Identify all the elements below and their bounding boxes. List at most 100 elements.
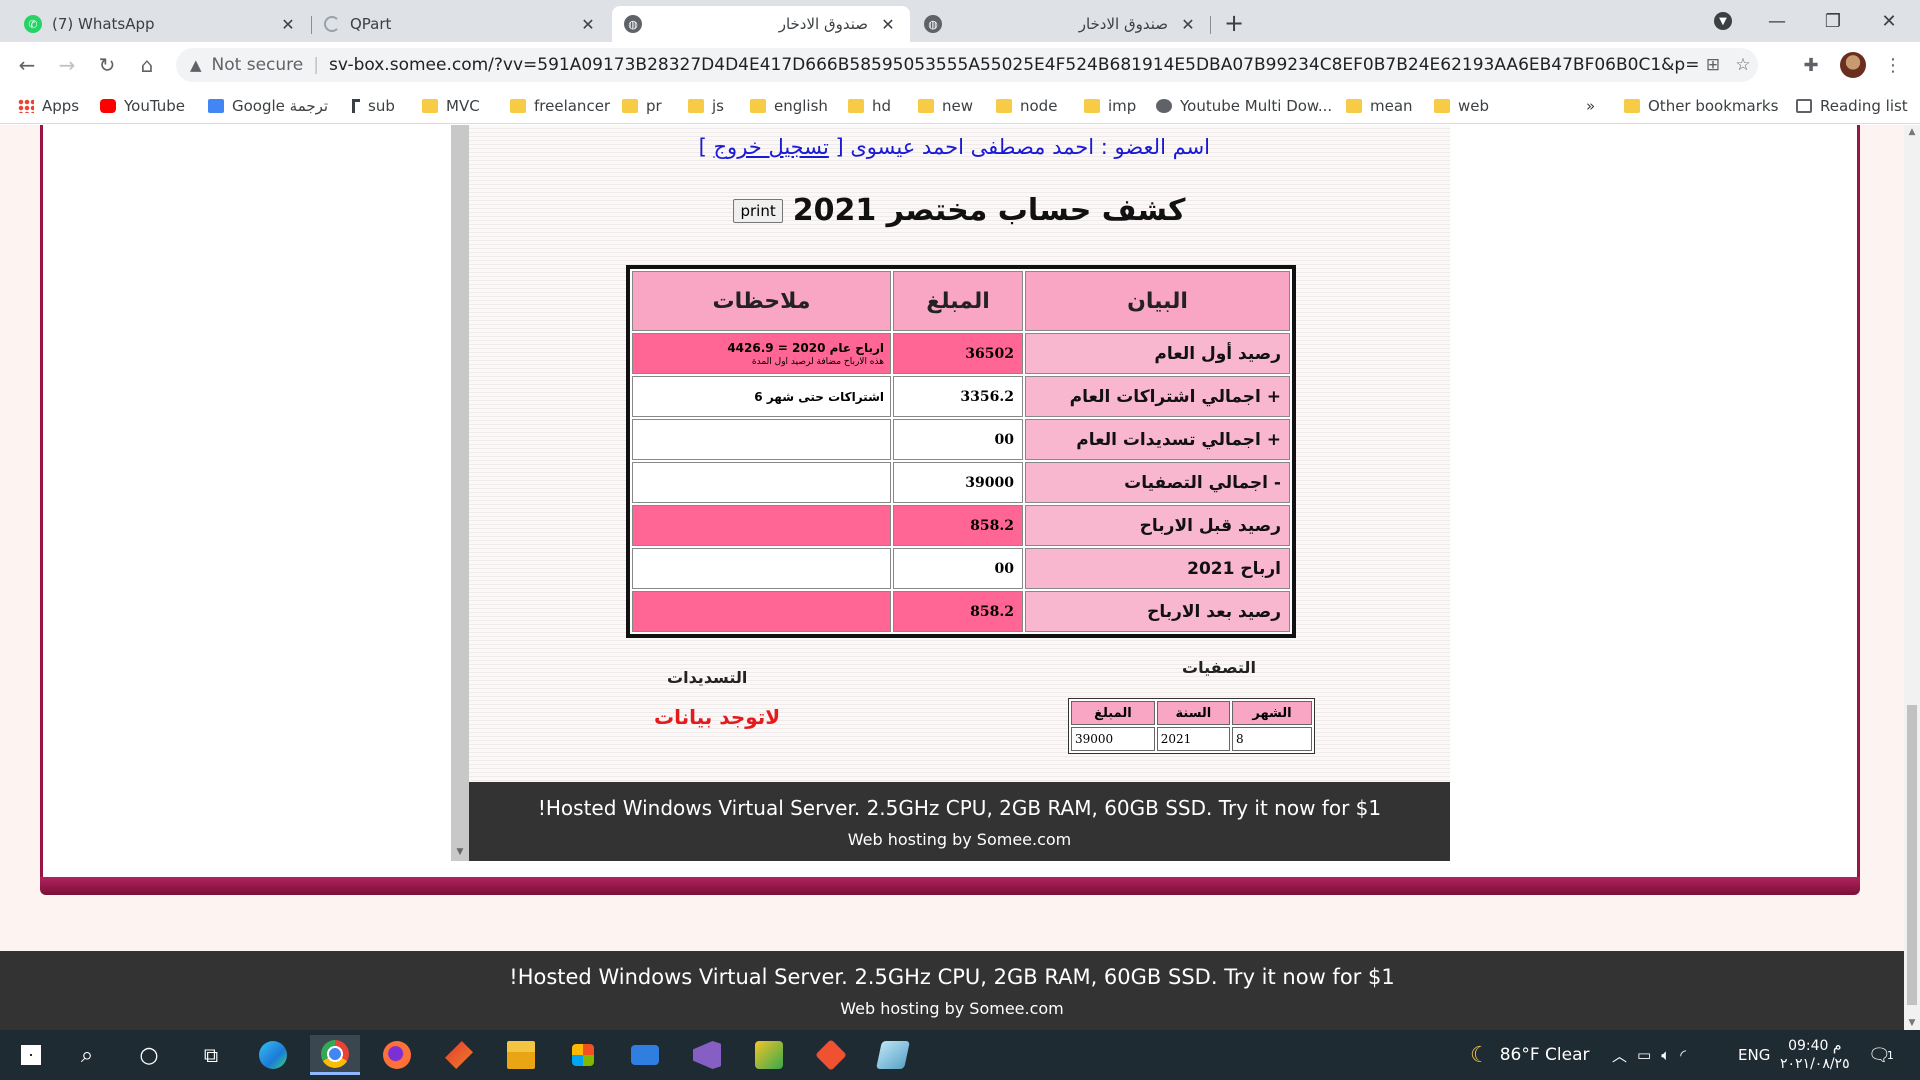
- close-icon[interactable]: ✕: [278, 14, 298, 34]
- edge-icon: [259, 1041, 287, 1069]
- notifications-button[interactable]: 🗨︎ 1: [1868, 1030, 1894, 1080]
- battery-icon[interactable]: ▭: [1637, 1046, 1651, 1064]
- row-note: [632, 548, 891, 589]
- taskbar-app-2[interactable]: [744, 1035, 794, 1075]
- frame-scrollbar[interactable]: ▼: [451, 125, 469, 861]
- close-window-button[interactable]: ✕: [1866, 6, 1912, 36]
- row-amount: 00: [893, 419, 1023, 460]
- bookmark-folder-pr[interactable]: pr: [622, 95, 662, 117]
- search-button[interactable]: ⌕: [62, 1035, 112, 1075]
- chevron-up-icon[interactable]: ︿: [1612, 1045, 1627, 1066]
- extensions-icon[interactable]: ✚: [1796, 50, 1826, 80]
- folder-icon: [918, 99, 934, 113]
- moon-icon: ☾: [1470, 1042, 1490, 1068]
- mail-icon: [631, 1045, 659, 1065]
- weather-widget[interactable]: ☾ 86°F Clear: [1470, 1030, 1590, 1080]
- security-label[interactable]: Not secure: [212, 55, 304, 75]
- bookmark-folder-web[interactable]: web: [1434, 95, 1489, 117]
- bookmark-folder-node[interactable]: node: [996, 95, 1057, 117]
- profile-button[interactable]: [1838, 50, 1868, 80]
- taskbar-visual-studio[interactable]: [682, 1035, 732, 1075]
- home-button[interactable]: ⌂: [132, 50, 162, 80]
- taskbar-chrome[interactable]: [310, 1035, 360, 1075]
- tab-title: صندوق الادخار: [778, 15, 868, 33]
- bookmark-sub[interactable]: sub: [352, 95, 395, 117]
- scroll-down-arrow-icon[interactable]: ▼: [451, 847, 469, 857]
- folder-icon: [510, 99, 526, 113]
- forward-button[interactable]: →: [52, 50, 82, 80]
- ad-headline[interactable]: !Hosted Windows Virtual Server. 2.5GHz C…: [469, 796, 1450, 820]
- bookmark-folder-mean[interactable]: mean: [1346, 95, 1413, 117]
- bookmark-youtube[interactable]: YouTube: [100, 95, 185, 117]
- new-tab-button[interactable]: +: [1220, 9, 1248, 37]
- taskbar-firefox[interactable]: [372, 1035, 422, 1075]
- translate-icon[interactable]: ⊞: [1698, 55, 1728, 75]
- task-view-button[interactable]: ⧉: [186, 1035, 236, 1075]
- back-button[interactable]: ←: [12, 50, 42, 80]
- taskbar-mail[interactable]: [620, 1035, 670, 1075]
- tab-savings-fund-active[interactable]: ◍ صندوق الادخار ✕: [612, 6, 910, 42]
- hosting-ad-footer[interactable]: !Hosted Windows Virtual Server. 2.5GHz C…: [0, 951, 1904, 1030]
- bookmark-folder-freelancer[interactable]: freelancer: [510, 95, 610, 117]
- bookmarks-overflow-button[interactable]: »: [1586, 95, 1595, 117]
- bookmark-folder-english[interactable]: english: [750, 95, 828, 117]
- bookmark-folder-mvc[interactable]: MVC: [422, 95, 480, 117]
- scrollbar-thumb[interactable]: [1907, 705, 1917, 1005]
- url-text[interactable]: sv-box.somee.com/?vv=591A09173B28327D4D4…: [329, 55, 1698, 75]
- whatsapp-icon: ✆: [24, 15, 42, 33]
- ad-headline[interactable]: !Hosted Windows Virtual Server. 2.5GHz C…: [0, 965, 1904, 989]
- logout-link[interactable]: تسجيل خروج: [714, 135, 829, 159]
- system-tray-icons[interactable]: ︿ ▭ 🔈︎ ◜: [1612, 1030, 1698, 1080]
- tab-qpart[interactable]: QPart ✕: [312, 6, 610, 42]
- tab-whatsapp[interactable]: ✆ (7) WhatsApp ✕: [12, 6, 310, 42]
- scroll-up-arrow-icon[interactable]: ▲: [1904, 127, 1920, 137]
- bookmark-icon: [352, 99, 360, 113]
- tab-search-button[interactable]: ▼: [1700, 6, 1746, 36]
- restore-button[interactable]: ❐: [1810, 6, 1856, 36]
- bookmark-folder-hd[interactable]: hd: [848, 95, 891, 117]
- table-header-row: الشهر السنة المبلغ: [1071, 701, 1312, 725]
- bookmark-google-translate[interactable]: Google ترجمة: [208, 95, 328, 117]
- clock[interactable]: 09:40 م ٢٠٢١/٠٨/٢٥: [1780, 1030, 1850, 1080]
- tab-savings-fund[interactable]: ◍ صندوق الادخار ✕: [912, 6, 1210, 42]
- menu-icon[interactable]: ⋮: [1878, 50, 1908, 80]
- taskbar-app[interactable]: [434, 1035, 484, 1075]
- print-button[interactable]: print: [733, 198, 783, 223]
- close-icon[interactable]: ✕: [578, 14, 598, 34]
- taskbar-file-explorer[interactable]: [496, 1035, 546, 1075]
- ad-subline[interactable]: Web hosting by Somee.com: [0, 999, 1904, 1018]
- youtube-icon: [100, 99, 116, 113]
- cortana-button[interactable]: ○: [124, 1035, 174, 1075]
- taskbar-app-3[interactable]: [868, 1035, 918, 1075]
- close-icon[interactable]: ✕: [878, 14, 898, 34]
- reload-button[interactable]: ↻: [92, 50, 122, 80]
- app-icon: [445, 1041, 473, 1069]
- ad-subline[interactable]: Web hosting by Somee.com: [469, 830, 1450, 849]
- bookmark-apps[interactable]: Apps: [18, 95, 79, 117]
- bookmark-folder-imp[interactable]: imp: [1084, 95, 1136, 117]
- wifi-icon[interactable]: ◜: [1680, 1046, 1686, 1064]
- volume-icon[interactable]: 🔈︎: [1661, 1046, 1670, 1064]
- taskbar-store[interactable]: [558, 1035, 608, 1075]
- taskbar-edge[interactable]: [248, 1035, 298, 1075]
- scroll-down-arrow-icon[interactable]: ▼: [1904, 1018, 1920, 1028]
- other-bookmarks[interactable]: Other bookmarks: [1624, 95, 1778, 117]
- bookmark-label: node: [1020, 97, 1058, 115]
- repayments-title: التسديدات: [667, 668, 748, 687]
- app-icon: [755, 1041, 783, 1069]
- bookmark-youtube-multi-download[interactable]: Youtube Multi Dow...: [1156, 95, 1332, 117]
- close-icon[interactable]: ✕: [1178, 14, 1198, 34]
- hosting-ad-inner[interactable]: !Hosted Windows Virtual Server. 2.5GHz C…: [469, 782, 1450, 861]
- bookmark-folder-js[interactable]: js: [688, 95, 724, 117]
- reading-list[interactable]: Reading list: [1796, 95, 1908, 117]
- page-scrollbar[interactable]: ▲ ▼: [1904, 125, 1920, 1030]
- minimize-button[interactable]: —: [1754, 6, 1800, 36]
- bookmark-folder-new[interactable]: new: [918, 95, 973, 117]
- language-indicator[interactable]: ENG: [1738, 1030, 1770, 1080]
- taskbar-git[interactable]: [806, 1035, 856, 1075]
- start-button[interactable]: [6, 1035, 56, 1075]
- star-icon[interactable]: ☆: [1728, 55, 1758, 75]
- folder-icon: [1434, 99, 1450, 113]
- address-bar[interactable]: ▲ Not secure | sv-box.somee.com/?vv=591A…: [176, 48, 1758, 82]
- warning-icon[interactable]: ▲: [190, 56, 202, 74]
